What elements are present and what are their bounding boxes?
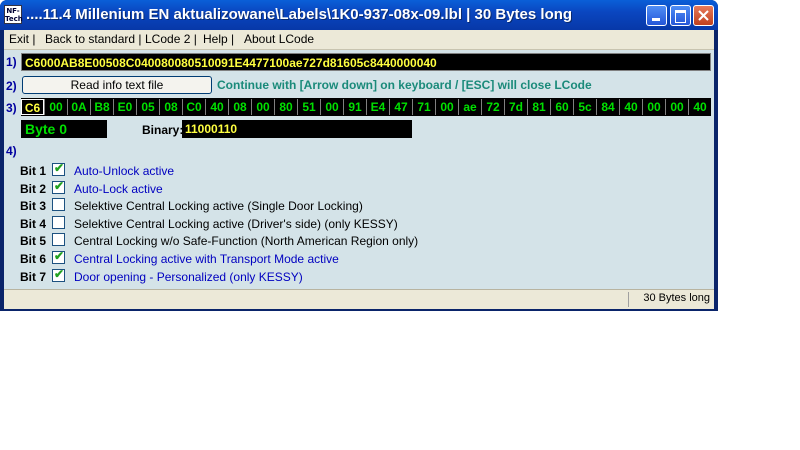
byte-cell[interactable]: 60 (550, 99, 573, 115)
close-icon (698, 10, 709, 21)
byte-cell[interactable]: 47 (389, 99, 412, 115)
section-number-1: 1) (6, 55, 17, 69)
byte-cell[interactable]: 00 (665, 99, 688, 115)
section-number-4: 4) (6, 144, 17, 158)
title-bar[interactable]: NF-Tech ....11.4 Millenium EN aktualizow… (0, 0, 718, 30)
byte-cell[interactable]: 72 (481, 99, 504, 115)
byte-cell[interactable]: C6 (21, 99, 44, 115)
byte-cell[interactable]: 80 (274, 99, 297, 115)
byte-cell[interactable]: 91 (343, 99, 366, 115)
byte-cell[interactable]: 00 (320, 99, 343, 115)
byte-cell[interactable]: 40 (619, 99, 642, 115)
bit-name: Bit 4 (20, 216, 47, 231)
byte-cell[interactable]: 00 (251, 99, 274, 115)
bit-name: Bit 1 (20, 164, 47, 178)
minimize-button[interactable] (646, 5, 667, 26)
section-number-3: 3) (6, 101, 17, 115)
byte-cell[interactable]: 0A (67, 99, 90, 115)
byte-cell[interactable]: 81 (527, 99, 550, 115)
checkmark-icon: ✔ (54, 266, 65, 281)
bit-checkbox[interactable] (52, 233, 65, 247)
byte-cell[interactable]: 00 (642, 99, 665, 115)
byte-cell[interactable]: 00 (435, 99, 458, 115)
byte-cell[interactable]: ae (458, 99, 481, 115)
bit-description[interactable]: Auto-Unlock active (74, 164, 174, 178)
menu-lcode-2[interactable]: LCode 2 | (145, 32, 197, 46)
minimize-icon (652, 18, 660, 21)
bit-checkbox[interactable]: ✔ (52, 178, 65, 194)
byte-cell[interactable]: 5c (573, 99, 596, 115)
bit-description[interactable]: Selektive Central Locking active (Driver… (74, 217, 398, 231)
maximize-icon (675, 10, 686, 23)
bit-checkbox[interactable] (52, 215, 65, 229)
byte-cell[interactable]: 05 (136, 99, 159, 115)
menu-bar: Exit | Back to standard | LCode 2 | Help… (4, 30, 714, 50)
menu-back-to-standard[interactable]: Back to standard | (45, 32, 142, 46)
bit-checkbox[interactable]: ✔ (52, 266, 65, 282)
bit-name: Bit 5 (20, 234, 47, 249)
coding-string-field[interactable]: C6000AB8E00508C040080080510091E4477100ae… (21, 53, 711, 71)
menu-about-lcode[interactable]: About LCode (244, 32, 314, 46)
binary-value-field[interactable]: 11000110 (182, 120, 412, 138)
checkmark-icon: ✔ (54, 161, 65, 175)
app-logo-icon[interactable]: NF-Tech (4, 5, 23, 24)
byte-cell[interactable]: C0 (182, 99, 205, 115)
menu-exit[interactable]: Exit | (9, 32, 35, 46)
bit-description[interactable]: Auto-Lock active (74, 182, 163, 196)
bit-name: Bit 7 (20, 269, 47, 284)
byte-cell[interactable]: E4 (366, 99, 389, 115)
byte-cell[interactable]: 51 (297, 99, 320, 115)
bit-description[interactable]: Central Locking active with Transport Mo… (74, 252, 339, 266)
bit-checkbox[interactable] (52, 198, 65, 212)
bit-name: Bit 2 (20, 181, 47, 196)
byte-cell[interactable]: 71 (412, 99, 435, 115)
binary-label: Binary: (142, 123, 184, 137)
selected-byte-label: Byte 0 (21, 120, 107, 138)
byte-cell[interactable]: 7d (504, 99, 527, 115)
close-button[interactable] (693, 5, 714, 26)
byte-selector: C6 00 0A B8 E0 05 08 C0 40 08 00 80 51 00 91 E4 47 71 00 ae… (21, 98, 711, 116)
window-title: ....11.4 Millenium EN aktualizowane\Labe… (26, 6, 573, 23)
byte-cell[interactable]: 40 (688, 99, 711, 115)
client-area: Exit | Back to standard | LCode 2 | Help… (4, 30, 714, 309)
bit-description[interactable]: Door opening - Personalized (only KESSY) (74, 270, 303, 284)
menu-help[interactable]: Help | (203, 32, 234, 46)
keyboard-hint: Continue with [Arrow down] on keyboard /… (217, 78, 592, 92)
byte-cell[interactable]: 08 (159, 99, 182, 115)
byte-cell[interactable]: 08 (228, 99, 251, 115)
byte-cell[interactable]: 00 (44, 99, 67, 115)
status-bar: 30 Bytes long (4, 289, 714, 309)
bit-name: Bit 3 (20, 199, 47, 214)
bit-name: Bit 6 (20, 252, 47, 266)
bit-checkbox[interactable]: ✔ (52, 161, 65, 176)
byte-cell[interactable]: 84 (596, 99, 619, 115)
byte-cell[interactable]: B8 (90, 99, 113, 115)
checkmark-icon: ✔ (54, 249, 65, 263)
lcode-window: NF-Tech ....11.4 Millenium EN aktualizow… (0, 0, 718, 311)
section-number-2: 2) (6, 79, 17, 93)
bit-checkbox[interactable]: ✔ (52, 249, 65, 264)
checkmark-icon: ✔ (54, 178, 65, 193)
byte-cell[interactable]: 40 (205, 99, 228, 115)
bit-description[interactable]: Central Locking w/o Safe-Function (North… (74, 234, 418, 248)
bit-description[interactable]: Selektive Central Locking active (Single… (74, 199, 363, 213)
read-info-text-button[interactable]: Read info text file (22, 76, 212, 94)
byte-cell[interactable]: E0 (113, 99, 136, 115)
status-bytes-length: 30 Bytes long (628, 292, 712, 307)
maximize-button[interactable] (670, 5, 691, 26)
